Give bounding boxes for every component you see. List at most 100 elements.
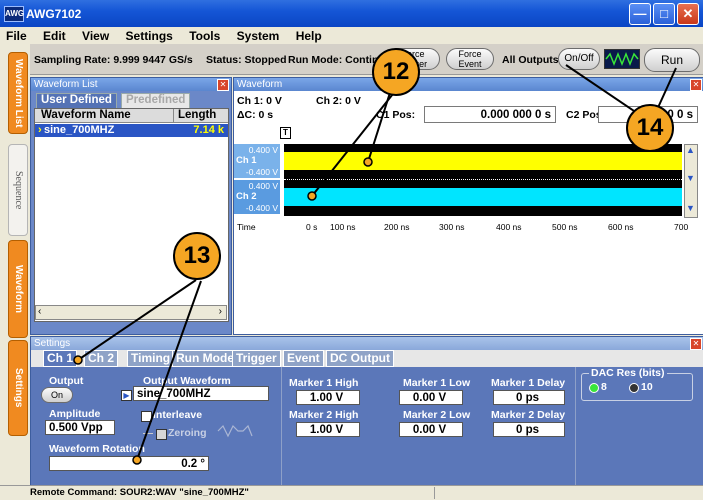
delta-readout: ΔC: 0 s [237,109,274,121]
marker2-low-field[interactable]: 0.00 V [399,422,463,437]
trigger-marker-icon[interactable]: T [280,127,291,139]
menu-edit[interactable]: Edit [37,27,73,43]
menu-bar: File Edit View Settings Tools System Hel… [0,27,703,44]
column-header-length[interactable]: Length [173,109,228,123]
menu-settings[interactable]: Settings [120,27,180,43]
amplitude-label: Amplitude [49,408,101,420]
marker1-low-field[interactable]: 0.00 V [399,390,463,405]
dac-res-label: DAC Res (bits) [589,367,667,379]
close-icon[interactable]: ✕ [690,338,702,350]
c1-pos-field[interactable]: 0.000 000 0 s [424,106,556,123]
time-tick: 500 ns [552,222,578,232]
status-text: Status: Stopped [206,54,287,66]
menu-tools[interactable]: Tools [183,27,227,43]
waveform-table: Waveform Name Length › sine_700MHZ 7.14 … [34,108,229,322]
close-icon[interactable]: ✕ [677,3,699,25]
dac-8-label: 8 [601,381,607,393]
scroll-right-icon[interactable]: › [219,306,222,317]
run-button[interactable]: Run [644,48,700,72]
tab-ch2[interactable]: Ch 2 [84,350,119,367]
menu-view[interactable]: View [76,27,116,43]
scroll-up-icon[interactable]: ▲ [686,145,695,155]
tab-run-mode[interactable]: Run Mode [172,350,238,367]
interleave-label: Interleave [153,409,203,421]
zeroing-checkbox[interactable] [156,429,167,440]
scroll-down-icon[interactable]: ▼ [686,173,695,183]
settings-panel: Settings ✕ Ch 1 Ch 2 Timing Run Mode Tri… [30,336,703,486]
zeroing-wave-icon [217,423,253,439]
menu-file[interactable]: File [0,27,34,43]
callout-14: 14 [626,104,674,152]
title-bar: AWG AWG7102 — □ ✕ [0,0,703,27]
marker1-delay-label: Marker 1 Delay [491,377,566,389]
settings-title: Settings [31,337,703,350]
marker2-delay-field[interactable]: 0 ps [493,422,565,437]
scroll-left-icon[interactable]: ‹ [38,306,41,317]
dac-10-radio[interactable] [629,383,639,393]
callout-12: 12 [372,48,420,96]
scroll-down-icon[interactable]: ▼ [686,203,695,213]
minimize-icon[interactable]: — [629,3,651,25]
browse-icon[interactable]: ▶ [121,390,132,401]
tab-waveform[interactable]: Waveform [8,240,28,338]
tab-trigger[interactable]: Trigger [232,350,281,367]
marker1-delay-field[interactable]: 0 ps [493,390,565,405]
maximize-icon[interactable]: □ [653,3,675,25]
status-divider [434,487,435,499]
connector-line [143,433,153,434]
time-tick: 0 s [306,222,318,232]
section-divider [575,367,576,485]
tab-dc-output[interactable]: DC Output [326,350,394,367]
time-tick: 600 ns [608,222,634,232]
marker2-high-field[interactable]: 1.00 V [296,422,360,437]
tab-sequence[interactable]: Sequence [8,144,28,236]
ch2-trace [284,188,682,206]
marker1-high-label: Marker 1 High [289,377,359,389]
ch1-label-box[interactable]: 0.400 V Ch 1 -0.400 V [234,144,280,178]
ch2-bottom-scale: -0.400 V [245,203,278,213]
marker2-low-label: Marker 2 Low [403,409,471,421]
waveform-list-panel: Waveform List ✕ User Defined Predefined … [30,77,232,335]
ch2-label-box[interactable]: 0.400 V Ch 2 -0.400 V [234,180,280,214]
marker2-delay-label: Marker 2 Delay [491,409,566,421]
table-row[interactable]: › sine_700MHZ 7.14 k [35,124,228,137]
waveform-rotation-field[interactable]: 0.2 ° [49,456,209,471]
vertical-scrollbar[interactable]: ▲ ▼ ▼ [684,144,698,218]
time-tick: 300 ns [439,222,465,232]
tab-event[interactable]: Event [283,350,324,367]
tab-predefined[interactable]: Predefined [121,93,191,108]
all-outputs-label: All Outputs [502,54,559,66]
force-event-button[interactable]: Force Event [446,48,494,70]
ch1-top-scale: 0.400 V [248,145,278,155]
app-logo-icon: AWG [4,6,24,22]
close-icon[interactable]: ✕ [690,79,702,91]
outputs-onoff-button[interactable]: On/Off [558,48,600,70]
marker1-low-label: Marker 1 Low [403,377,471,389]
dac-10-label: 10 [641,381,653,393]
waveform-rotation-label: Waveform Rotation [49,443,145,455]
tab-timing[interactable]: Timing [127,350,175,367]
menu-help[interactable]: Help [290,27,329,43]
dac-8-radio[interactable] [589,383,599,393]
output-label: Output [49,375,84,387]
tab-user-defined[interactable]: User Defined [36,93,117,108]
horizontal-scrollbar[interactable]: ‹ › [35,305,227,320]
column-header-name[interactable]: Waveform Name [35,109,173,123]
marker1-high-field[interactable]: 1.00 V [296,390,360,405]
output-on-button[interactable]: On [41,387,73,403]
output-waveform-field[interactable]: sine_700MHZ [133,386,269,401]
interleave-checkbox[interactable] [141,411,152,422]
amplitude-field[interactable]: 0.500 Vpp [45,420,115,435]
settings-body: Output On Output Waveform ▶ sine_700MHZ … [31,367,703,485]
close-icon[interactable]: ✕ [217,79,229,91]
tab-waveform-list[interactable]: Waveform List [8,52,28,134]
tab-settings[interactable]: Settings [8,340,28,436]
status-bar: Remote Command: SOUR2:WAV "sine_700MHZ" [0,485,703,500]
waveform-display[interactable] [284,144,682,216]
tab-ch1[interactable]: Ch 1 [43,350,78,367]
waveform-length-cell: 7.14 k [193,124,224,136]
window-title: AWG7102 [26,7,82,21]
time-tick: 400 ns [496,222,522,232]
menu-system[interactable]: System [231,27,287,43]
waveform-status-icon [604,49,640,69]
